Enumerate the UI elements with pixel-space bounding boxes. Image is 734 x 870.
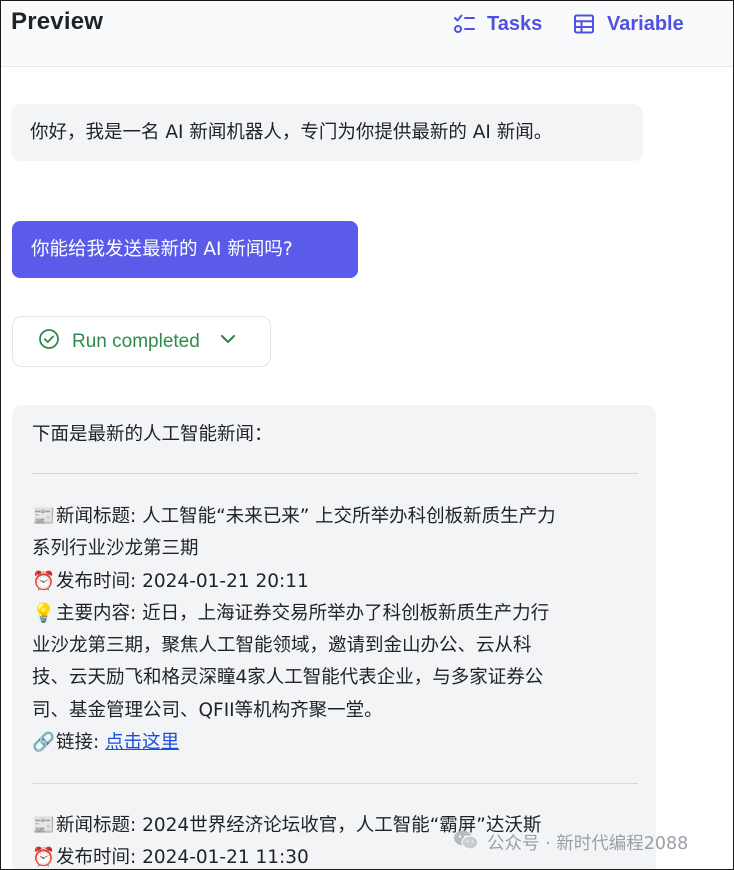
news-link-prefix: 链接: xyxy=(56,732,106,754)
light-bulb-icon: 💡 xyxy=(32,602,56,624)
news-content: 💡主要内容: 近日，上海证券交易所举办了科创板新质生产力行 xyxy=(32,598,638,630)
run-status-label: Run completed xyxy=(72,330,200,352)
news-title-continued: 系列行业沙龙第三期 xyxy=(32,538,199,560)
variable-label: Variable xyxy=(607,12,684,35)
preview-panel: Preview Tasks Variable 你好，我是一名 AI 新闻机器人，… xyxy=(0,0,734,870)
tasks-button[interactable]: Tasks xyxy=(453,9,542,39)
news-title: 📰新闻标题: 2024世界经济论坛收官，人工智能“霸屏”达沃斯 xyxy=(32,810,638,842)
alarm-clock-icon: ⏰ xyxy=(32,570,56,592)
chevron-down-icon xyxy=(218,329,238,355)
news-content-line: 技、云天励飞和格灵深瞳4家人工智能代表企业，与多家证券公 xyxy=(32,667,544,689)
newspaper-icon: 📰 xyxy=(32,506,56,527)
answer-intro: 下面是最新的人工智能新闻： xyxy=(32,424,273,445)
variable-button[interactable]: Variable xyxy=(573,9,684,39)
news-link[interactable]: 点击这里 xyxy=(105,732,179,753)
checklist-icon xyxy=(453,13,475,35)
divider xyxy=(32,783,638,784)
bot-greeting-message: 你好，我是一名 AI 新闻机器人，专门为你提供最新的 AI 新闻。 xyxy=(11,104,643,161)
bot-answer-message: 下面是最新的人工智能新闻： 📰新闻标题: 人工智能“未来已来” 上交所举办科创板… xyxy=(12,405,656,869)
news-time: ⏰发布时间: 2024-01-21 20:11 xyxy=(32,566,638,598)
newspaper-icon: 📰 xyxy=(32,815,56,836)
news-content-line: 业沙龙第三期，聚焦人工智能领域，邀请到金山办公、云从科 xyxy=(32,635,532,657)
user-message: 你能给我发送最新的 AI 新闻吗? xyxy=(12,221,358,278)
table-icon xyxy=(573,13,595,35)
news-item: 📰新闻标题: 人工智能“未来已来” 上交所举办科创板新质生产力 系列行业沙龙第三… xyxy=(32,501,638,759)
tasks-label: Tasks xyxy=(487,12,543,35)
page-title: Preview xyxy=(11,8,104,35)
link-icon: 🔗 xyxy=(32,732,56,754)
alarm-clock-icon: ⏰ xyxy=(32,847,56,869)
divider xyxy=(32,473,638,474)
news-item: 📰新闻标题: 2024世界经济论坛收官，人工智能“霸屏”达沃斯 ⏰发布时间: 2… xyxy=(32,810,638,869)
news-content-line: 司、基金管理公司、QFII等机构齐聚一堂。 xyxy=(32,699,383,721)
preview-header: Preview Tasks Variable xyxy=(1,1,733,67)
news-link-row: 🔗链接: 点击这里 xyxy=(32,727,638,759)
news-title: 📰新闻标题: 人工智能“未来已来” 上交所举办科创板新质生产力 xyxy=(32,501,638,533)
run-status-toggle[interactable]: Run completed xyxy=(12,316,271,367)
news-time: ⏰发布时间: 2024-01-21 11:30 xyxy=(32,842,638,869)
check-circle-icon xyxy=(38,328,60,356)
